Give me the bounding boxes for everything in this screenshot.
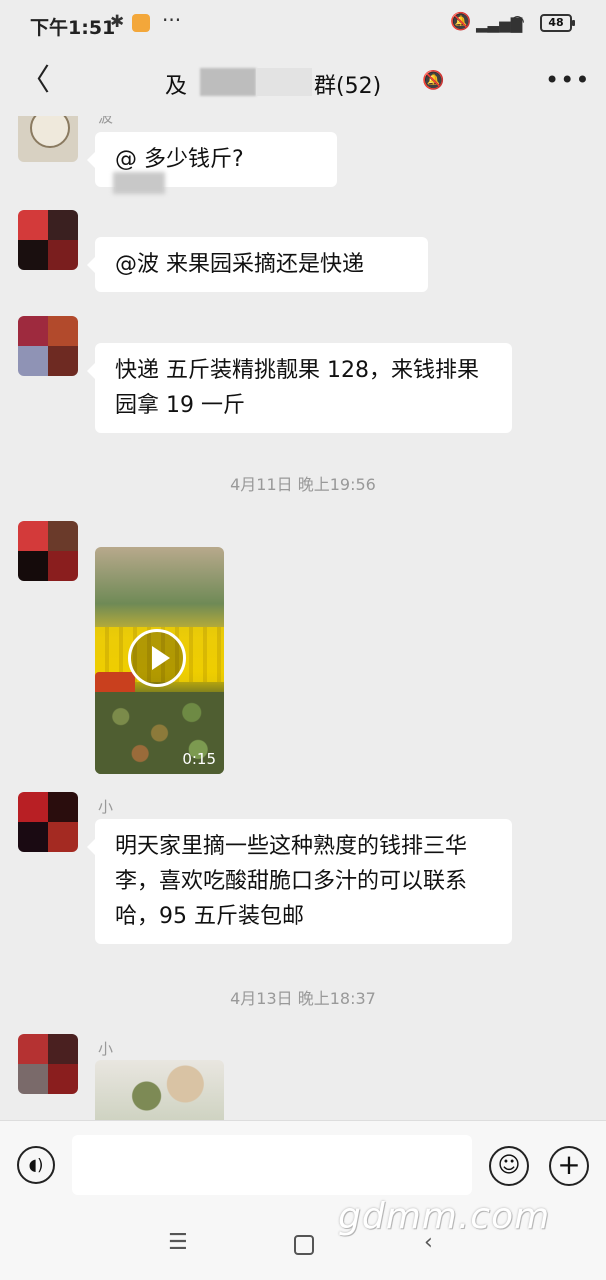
avatar[interactable] bbox=[18, 210, 78, 270]
mute-bell-icon: 🔕 bbox=[450, 12, 472, 32]
message-input[interactable] bbox=[72, 1135, 472, 1195]
status-bar: 下午1:51 ✱ ··· 🔕 ▂▃▅▇ ◠ 48 bbox=[0, 0, 606, 50]
title-redaction bbox=[192, 68, 314, 98]
timestamp: 4月11日 晚上19:56 bbox=[230, 475, 376, 494]
message-bubble[interactable]: 快递 五斤装精挑靓果 128，来钱排果园拿 19 一斤 bbox=[87, 343, 512, 433]
message-text: @ 多少钱斤? bbox=[115, 147, 244, 172]
sender-name: 波 bbox=[98, 116, 114, 126]
text-redaction bbox=[113, 172, 165, 194]
voice-input-icon[interactable]: ◖) bbox=[17, 1146, 55, 1184]
chat-area[interactable]: 波 @ 多少钱斤? @波 来果园采摘还是快递 快递 五斤装精挑靓果 128，来钱… bbox=[0, 116, 606, 1120]
more-notifications-icon: ··· bbox=[162, 8, 182, 32]
chat-title-left: 及 bbox=[165, 74, 188, 99]
sender-name: 小 bbox=[98, 798, 114, 816]
menu-icon[interactable]: ☰ bbox=[168, 1230, 188, 1255]
app-notification-icon bbox=[132, 14, 150, 32]
home-icon[interactable] bbox=[294, 1235, 314, 1255]
message-bubble[interactable]: 明天家里摘一些这种熟度的钱排三华李，喜欢吃酸甜脆口多汁的可以联系哈，95 五斤装… bbox=[87, 819, 512, 944]
message-text: 明天家里摘一些这种熟度的钱排三华李，喜欢吃酸甜脆口多汁的可以联系哈，95 五斤装… bbox=[115, 834, 468, 929]
timestamp: 4月13日 晚上18:37 bbox=[230, 989, 376, 1008]
watermark: gdmm.com bbox=[338, 1196, 551, 1237]
chat-header: 〈 及 群(52) 🔕 ••• bbox=[0, 50, 606, 116]
add-icon[interactable]: + bbox=[549, 1146, 589, 1186]
play-icon[interactable] bbox=[128, 629, 186, 687]
status-time: 下午1:51 bbox=[30, 17, 116, 39]
battery-icon: 48 bbox=[540, 14, 575, 32]
message-text: 快递 五斤装精挑靓果 128，来钱排果园拿 19 一斤 bbox=[115, 358, 479, 418]
avatar[interactable] bbox=[18, 316, 78, 376]
avatar[interactable] bbox=[18, 1034, 78, 1094]
emoji-icon[interactable]: ☺ bbox=[489, 1146, 529, 1186]
video-message[interactable]: 0:15 bbox=[95, 547, 224, 774]
message-bubble[interactable]: @ 多少钱斤? bbox=[87, 132, 337, 194]
sender-name: 小 bbox=[98, 1040, 114, 1058]
image-message[interactable] bbox=[95, 1060, 224, 1120]
more-options-icon[interactable]: ••• bbox=[545, 66, 590, 94]
message-bubble[interactable]: @波 来果园采摘还是快递 bbox=[87, 237, 428, 292]
video-duration: 0:15 bbox=[182, 750, 216, 768]
avatar[interactable] bbox=[18, 116, 78, 162]
wifi-icon: ◠ bbox=[510, 12, 525, 32]
avatar[interactable] bbox=[18, 792, 78, 852]
chat-title-right: 群(52) bbox=[314, 74, 382, 99]
message-text: @波 来果园采摘还是快递 bbox=[115, 252, 364, 277]
muted-bell-icon: 🔕 bbox=[422, 70, 445, 91]
avatar[interactable] bbox=[18, 521, 78, 581]
back-arrow-icon[interactable]: 〈 bbox=[20, 64, 50, 98]
bluetooth-icon: ✱ bbox=[110, 12, 125, 32]
